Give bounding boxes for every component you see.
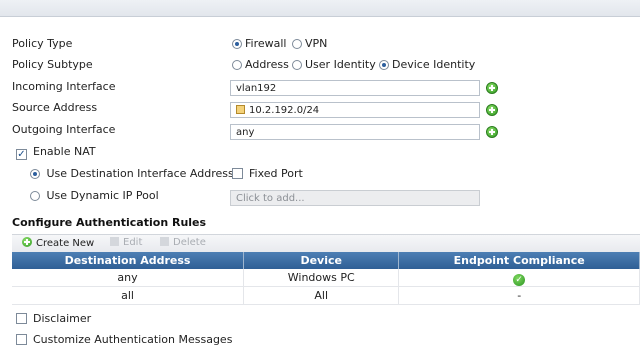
source-address-select[interactable]: 10.2.192.0/24 (230, 102, 480, 118)
destination-cell: all (12, 286, 245, 305)
create-new-button[interactable]: Create New (22, 237, 94, 249)
column-header[interactable]: Destination Address (12, 252, 245, 269)
outgoing-interface-select[interactable]: any (230, 124, 480, 140)
compliance-cell: ✓ (398, 269, 640, 287)
checkbox-icon (232, 168, 243, 179)
policy-type-vpn-radio[interactable]: VPN (292, 37, 327, 50)
outgoing-interface-label: Outgoing Interface (12, 123, 116, 136)
subtype-user-identity-radio[interactable]: User Identity (292, 58, 376, 71)
auth-rules-table: Destination Address Device Endpoint Comp… (12, 252, 640, 305)
compliance-cell: - (398, 286, 640, 305)
radio-icon (292, 60, 302, 70)
trash-icon (160, 237, 169, 246)
customize-auth-messages-checkbox[interactable]: Customize Authentication Messages (16, 333, 232, 346)
policy-type-firewall-radio[interactable]: Firewall (232, 37, 286, 50)
add-incoming-interface-icon[interactable] (486, 82, 498, 94)
table-header-row: Destination Address Device Endpoint Comp… (12, 252, 640, 269)
table-row[interactable]: any Windows PC ✓ (12, 269, 640, 287)
radio-selected-icon (232, 39, 242, 49)
add-outgoing-interface-icon[interactable] (486, 126, 498, 138)
top-bar (0, 0, 640, 17)
policy-type-label: Policy Type (12, 37, 73, 50)
edit-icon (110, 237, 119, 246)
column-header[interactable]: Device (243, 252, 400, 269)
table-row[interactable]: all All - (12, 286, 640, 305)
subtype-address-radio[interactable]: Address (232, 58, 289, 71)
destination-cell: any (12, 269, 245, 287)
radio-selected-icon (30, 169, 40, 179)
edit-button[interactable]: Edit (110, 237, 142, 248)
radio-icon (30, 191, 40, 201)
checkbox-icon (16, 313, 27, 324)
radio-icon (292, 39, 302, 49)
checkbox-icon (16, 334, 27, 345)
subtype-device-identity-radio[interactable]: Device Identity (379, 58, 475, 71)
incoming-interface-label: Incoming Interface (12, 80, 116, 93)
column-header[interactable]: Endpoint Compliance (398, 252, 640, 269)
incoming-interface-select[interactable]: vlan192 (230, 80, 480, 96)
policy-subtype-label: Policy Subtype (12, 58, 93, 71)
fixed-port-checkbox[interactable]: Fixed Port (232, 167, 303, 180)
checkbox-checked-icon: ✓ (16, 149, 27, 160)
address-object-icon (236, 105, 245, 114)
source-address-label: Source Address (12, 101, 98, 114)
use-dynamic-ip-pool-radio[interactable]: Use Dynamic IP Pool (30, 189, 159, 202)
enable-nat-checkbox[interactable]: ✓ Enable NAT (16, 145, 96, 160)
radio-selected-icon (379, 60, 389, 70)
use-destination-interface-radio[interactable]: Use Destination Interface Address (30, 167, 234, 180)
plus-icon (22, 237, 32, 247)
ip-pool-input[interactable]: Click to add... (230, 190, 480, 206)
add-source-address-icon[interactable] (486, 104, 498, 116)
device-cell: Windows PC (243, 269, 400, 287)
radio-icon (232, 60, 242, 70)
device-cell: All (243, 286, 400, 305)
delete-button[interactable]: Delete (160, 237, 206, 248)
check-icon: ✓ (513, 273, 526, 286)
section-title: Configure Authentication Rules (12, 216, 207, 229)
auth-toolbar: Create New Edit Delete (12, 234, 640, 253)
disclaimer-checkbox[interactable]: Disclaimer (16, 312, 91, 325)
